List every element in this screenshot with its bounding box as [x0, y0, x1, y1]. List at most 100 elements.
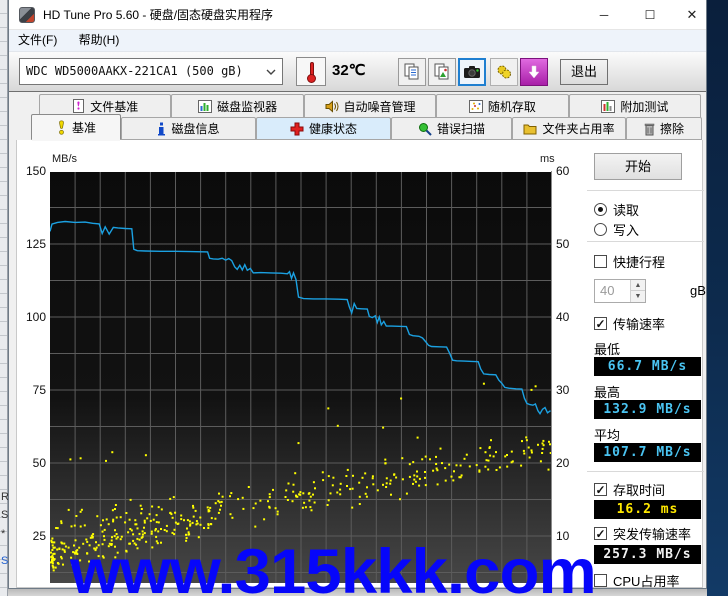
write-radio-label: 写入 [613, 223, 640, 238]
spinner-down-icon[interactable]: ▼ [631, 291, 645, 302]
start-button[interactable]: 开始 [594, 153, 682, 180]
tab-label: 文件基准 [90, 99, 139, 114]
cpu-usage-row[interactable]: CPU占用率 [594, 572, 679, 589]
menu-help[interactable]: 帮助(H) [70, 30, 129, 51]
transfer-label: 传输速率 [613, 317, 666, 332]
app-icon [19, 7, 35, 23]
tab-label: 基准 [71, 120, 96, 135]
min-label: 最低 [594, 342, 621, 357]
speaker-icon [325, 99, 338, 113]
copy-text-button[interactable] [398, 58, 426, 86]
save-button[interactable] [520, 58, 548, 86]
toolbar: WDC WD5000AAKX-221CA1 (500 gB) 32℃ 退出 [9, 52, 706, 92]
left-axis-tick-label: 100 [25, 310, 46, 324]
info-icon [158, 122, 166, 135]
tab-error-scan[interactable]: 错误扫描 [391, 117, 512, 139]
tab-benchmark[interactable]: 基准 [31, 114, 121, 139]
down-arrow-icon [528, 65, 540, 79]
tab-label: 自动噪音管理 [343, 99, 416, 114]
tab-label: 健康状态 [308, 122, 357, 136]
cpu-usage-checkbox[interactable] [594, 574, 607, 587]
folder-icon [523, 124, 537, 134]
shortstroke-checkbox[interactable] [594, 255, 607, 268]
chevron-down-icon [266, 69, 276, 75]
shortstroke-value: 40 [600, 283, 615, 298]
access-time-checkbox[interactable] [594, 483, 607, 496]
right-axis-tick-label: 50 [556, 237, 570, 251]
drive-select[interactable]: WDC WD5000AAKX-221CA1 (500 gB) [19, 58, 283, 85]
minimize-button[interactable]: ─ [585, 0, 623, 30]
max-label: 最高 [594, 385, 621, 400]
benchmark-icon [59, 119, 64, 135]
exit-button[interactable]: 退出 [560, 59, 608, 85]
camera-icon [464, 66, 480, 78]
transfer-row[interactable]: 传输速率 [594, 315, 665, 332]
shortstroke-label: 快捷行程 [613, 255, 666, 270]
transfer-checkbox[interactable] [594, 317, 607, 330]
right-axis-tick-label: 30 [556, 383, 570, 397]
copy-image-button[interactable] [428, 58, 456, 86]
tab-label: 附加测试 [620, 99, 669, 114]
max-value-display: 132.9 MB/s [594, 400, 701, 419]
tab-random-access[interactable]: 随机存取 [436, 94, 569, 117]
read-radio[interactable] [594, 203, 607, 216]
avg-label: 平均 [594, 428, 621, 443]
temperature-value: 32℃ [332, 62, 366, 79]
read-radio-label: 读取 [613, 203, 640, 218]
shortstroke-spinner[interactable]: 40 ▲ ▼ [594, 279, 646, 303]
burst-row[interactable]: 突发传输速率 [594, 525, 691, 542]
write-radio[interactable] [594, 223, 607, 236]
cpu-usage-label: CPU占用率 [613, 574, 680, 589]
background-spreadsheet-strip: R S * S [0, 0, 9, 596]
burst-display: 257.3 MB/s [594, 545, 701, 564]
benchmark-plot [50, 171, 552, 583]
tab-disk-info[interactable]: 磁盘信息 [121, 117, 256, 139]
avg-value-display: 107.7 MB/s [594, 443, 701, 462]
write-radio-row[interactable]: 写入 [594, 221, 639, 238]
spinner-buttons: ▲ ▼ [630, 280, 645, 302]
menubar: 文件(F) 帮助(H) [9, 30, 706, 52]
screenshot-button[interactable] [458, 58, 486, 86]
read-radio-row[interactable]: 读取 [594, 201, 639, 218]
extra-tests-icon [601, 99, 616, 113]
tab-row-primary: 基准 磁盘信息 健康状态 错误扫描 文件夹占用率 擦除 [31, 114, 702, 140]
copy-text-icon [404, 63, 419, 80]
file-benchmark-icon [73, 99, 85, 113]
copy-image-icon [434, 63, 449, 80]
background-desktop-right [707, 0, 728, 596]
separator [587, 241, 704, 242]
temperature-button[interactable] [296, 57, 326, 86]
right-axis-unit: ms [540, 153, 555, 165]
health-cross-icon [290, 122, 304, 135]
options-button[interactable] [490, 58, 518, 86]
tab-folder-usage[interactable]: 文件夹占用率 [512, 117, 626, 139]
drive-select-value: WDC WD5000AAKX-221CA1 (500 gB) [26, 64, 243, 78]
tab-row-secondary: 文件基准 磁盘监视器 自动噪音管理 随机存取 附加测试 [39, 94, 702, 117]
burst-checkbox[interactable] [594, 527, 607, 540]
magnifier-icon [418, 122, 432, 136]
tab-erase[interactable]: 擦除 [626, 117, 702, 139]
spinner-up-icon[interactable]: ▲ [631, 280, 645, 291]
right-axis-tick-label: 20 [556, 456, 570, 470]
tab-health[interactable]: 健康状态 [256, 117, 391, 139]
min-value-display: 66.7 MB/s [594, 357, 701, 376]
left-axis-tick-label: 50 [32, 456, 46, 470]
maximize-button[interactable]: ☐ [631, 0, 669, 30]
titlebar: HD Tune Pro 5.60 - 硬盘/固态硬盘实用程序 ─ ☐ ✕ [9, 0, 706, 30]
hdtune-window: HD Tune Pro 5.60 - 硬盘/固态硬盘实用程序 ─ ☐ ✕ 文件(… [8, 0, 707, 589]
close-button[interactable]: ✕ [673, 0, 711, 30]
tab-aam[interactable]: 自动噪音管理 [303, 94, 437, 117]
tab-label: 擦除 [659, 122, 684, 136]
access-time-row[interactable]: 存取时间 [594, 481, 665, 498]
left-axis-tick-label: 25 [32, 529, 46, 543]
shortstroke-row[interactable]: 快捷行程 [594, 253, 665, 270]
separator [587, 190, 704, 191]
disk-monitor-icon [198, 99, 213, 113]
tab-extra-tests[interactable]: 附加测试 [568, 94, 702, 117]
tab-disk-monitor[interactable]: 磁盘监视器 [171, 94, 304, 117]
tab-label: 错误扫描 [436, 122, 485, 136]
menu-file[interactable]: 文件(F) [9, 30, 66, 51]
left-axis-tick-label: 125 [25, 237, 46, 251]
shortstroke-unit: gB [690, 283, 706, 298]
burst-label: 突发传输速率 [613, 527, 692, 542]
